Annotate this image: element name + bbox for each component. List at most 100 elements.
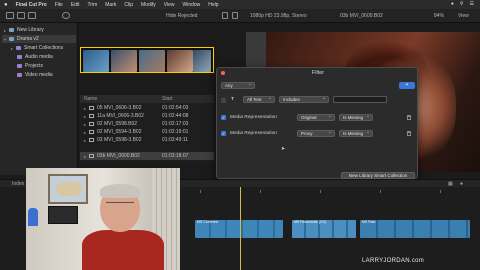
text-op-select[interactable]: Includes — [279, 96, 329, 103]
watermark: LARRYJORDAN.com — [362, 258, 425, 264]
status-icons: ● ⚲ ☰ — [451, 1, 474, 7]
sidebar-item-audio-media[interactable]: Audio media — [2, 53, 76, 61]
trash-icon[interactable] — [407, 131, 411, 136]
ruler-tick — [320, 190, 321, 193]
rule-value-select[interactable]: Proxy — [297, 130, 335, 137]
rule-label: Media Representation — [230, 115, 277, 120]
rule-checkbox-2[interactable]: ✓ — [221, 131, 226, 136]
clip-name: 02 MVI_0598.B02 — [97, 121, 138, 127]
photos-icon[interactable] — [17, 12, 25, 19]
search-icon[interactable]: ⚲ — [460, 1, 464, 7]
filmstrip-thumbnail — [193, 50, 211, 72]
playhead[interactable] — [240, 187, 241, 270]
viewer-clip-name: 03b MVI_0600.B02 — [340, 13, 383, 19]
disclosure-icon[interactable]: ▸ — [84, 130, 86, 135]
disclosure-icon[interactable]: ▸ — [84, 122, 86, 127]
timeline-clip[interactable]: MS Rain — [360, 220, 470, 238]
sidebar-item-smart-collections[interactable]: ▸ Smart Collections — [2, 44, 76, 52]
zoom-level[interactable]: 84% — [434, 13, 444, 19]
menu-help[interactable]: Help — [208, 2, 218, 8]
clip-icon — [89, 154, 95, 158]
sidebar-item-video-media[interactable]: Video media — [2, 71, 76, 79]
rule-checkbox-1[interactable]: ✓ — [221, 115, 226, 120]
toolbar: Hide Rejected 1080p HD 23.98p, Stereo 03… — [0, 9, 480, 23]
titles-icon[interactable] — [28, 12, 36, 19]
selected-clip-filmstrip[interactable] — [80, 47, 214, 73]
text-field-select[interactable]: All Text — [243, 96, 275, 103]
timeline-clip[interactable]: MS Pavements (2:0) — [292, 220, 356, 238]
menu-clip[interactable]: Clip — [124, 2, 133, 8]
mouse-cursor-icon: ➤ — [281, 147, 286, 152]
filmstrip-thumbnail — [111, 50, 137, 72]
new-smart-collection-button[interactable]: New Library Smart Collection — [341, 172, 415, 179]
rule-op-select[interactable]: Is Missing — [339, 130, 373, 137]
clip-start: 01:02:19:01 — [162, 129, 189, 135]
apple-menu-icon[interactable]: ● — [4, 2, 8, 8]
disclosure-icon[interactable]: ▸ — [84, 106, 86, 111]
sidebar-item-drama-v2[interactable]: ▾ Drama v2 — [2, 35, 76, 43]
menu-file[interactable]: File — [55, 2, 63, 8]
add-rule-button[interactable]: + — [399, 82, 415, 89]
view-menu[interactable]: View — [458, 13, 469, 19]
list-item[interactable]: ▸ 02 MVI_0594-3.B02 01:02:19:01 — [80, 128, 214, 136]
list-item[interactable]: ▸ 05 MVI_0606-3.B02 01:02:54:03 — [80, 104, 214, 112]
clip-icon — [89, 106, 95, 110]
wifi-icon[interactable]: ● — [451, 1, 454, 7]
filmstrip-thumbnail — [139, 50, 165, 72]
menu-edit[interactable]: Edit — [71, 2, 80, 8]
filmstrip-view-icon[interactable] — [222, 12, 228, 19]
sidebar-item-label: Projects — [25, 63, 44, 69]
clip-icon — [89, 130, 95, 134]
rule-checkbox-text[interactable] — [221, 98, 226, 103]
menu-mark[interactable]: Mark — [105, 2, 116, 8]
disclosure-icon[interactable]: ▸ — [4, 28, 6, 33]
rule-op-select[interactable]: Is Missing — [339, 114, 373, 121]
sidebar-item-new-library[interactable]: ▸ New Library — [2, 26, 76, 34]
sidebar-item-projects[interactable]: Projects — [2, 62, 76, 70]
library-icon[interactable] — [6, 12, 14, 19]
library-icon — [9, 28, 15, 32]
filter-dialog: Filter Any + T All Text Includes ✓ Media… — [216, 67, 418, 179]
timeline-clip[interactable]: MS Cornered — [195, 220, 283, 238]
library-icon — [9, 37, 15, 41]
rule-value-select[interactable]: Original — [297, 114, 335, 121]
clip-label: MS Pavements (2:0) — [294, 220, 326, 224]
sidebar-item-label: Audio media — [25, 54, 53, 60]
presenter-webcam — [26, 168, 180, 270]
control-center-icon[interactable]: ☰ — [470, 1, 474, 7]
smart-collection-icon — [17, 73, 22, 77]
list-item[interactable]: ▸ 03 MVI_0598-3.B02 01:03:49:11 — [80, 136, 214, 144]
sidebar-item-label: New Library — [17, 27, 44, 33]
menu-modify[interactable]: Modify — [141, 2, 156, 8]
menu-view[interactable]: View — [164, 2, 175, 8]
list-header: Name Start — [80, 95, 214, 103]
list-item[interactable]: ▸ 11a MVI_0606-3.B02 01:02:44:08 — [80, 112, 214, 120]
disclosure-icon[interactable]: ▸ — [11, 46, 13, 51]
disclosure-icon[interactable]: ▸ — [84, 154, 86, 159]
smart-collection-icon — [17, 64, 22, 68]
blue-lamp — [28, 208, 38, 226]
menu-trim[interactable]: Trim — [87, 2, 97, 8]
clip-label: MS Cornered — [197, 220, 218, 224]
trash-icon[interactable] — [407, 115, 411, 120]
disclosure-icon[interactable]: ▾ — [4, 37, 6, 42]
column-name[interactable]: Name — [80, 96, 162, 102]
ruler-tick — [380, 190, 381, 193]
disclosure-icon[interactable]: ▸ — [84, 114, 86, 119]
match-select[interactable]: Any — [221, 82, 255, 89]
gear-icon[interactable] — [232, 12, 238, 19]
import-icon[interactable] — [62, 12, 70, 19]
disclosure-icon[interactable]: ▸ — [84, 138, 86, 143]
hide-rejected-filter[interactable]: Hide Rejected — [166, 13, 197, 19]
list-item[interactable]: ▸ 03b MVI_0600.B02 01:03:18:07 — [80, 152, 214, 160]
dialog-title: Filter — [311, 70, 325, 76]
list-item[interactable]: ▸ 02 MVI_0598.B02 01:02:17:03 — [80, 120, 214, 128]
libraries-sidebar: ▸ New Library ▾ Drama v2 ▸ Smart Collect… — [0, 23, 78, 175]
clip-icon — [89, 114, 95, 118]
ruler-tick — [440, 190, 441, 193]
menu-window[interactable]: Window — [182, 2, 200, 8]
presenter-shirt — [82, 230, 164, 270]
column-start[interactable]: Start — [162, 96, 214, 102]
menu-app[interactable]: Final Cut Pro — [16, 2, 47, 8]
text-value-input[interactable] — [333, 96, 387, 103]
